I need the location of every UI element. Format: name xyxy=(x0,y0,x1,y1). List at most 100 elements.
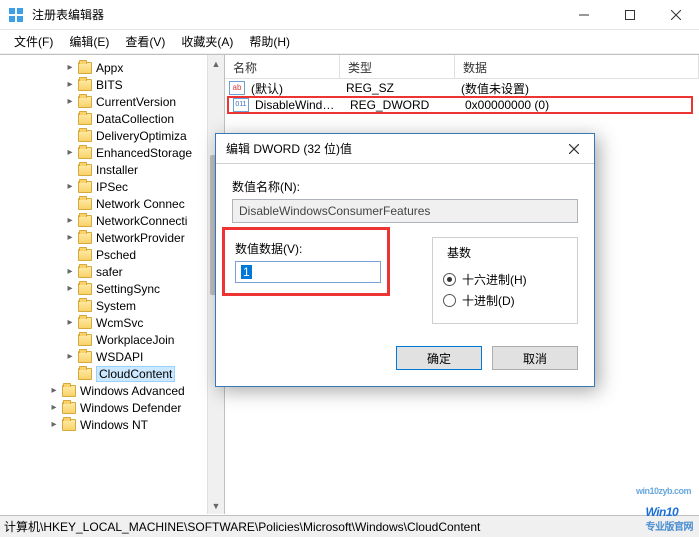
radix-dec-label: 十进制(D) xyxy=(462,292,515,309)
tree-item[interactable]: Installer xyxy=(0,161,224,178)
tree-label: EnhancedStorage xyxy=(96,146,192,160)
watermark-brand: Win10 xyxy=(646,505,679,519)
tree-item[interactable]: ▸ BITS xyxy=(0,76,224,93)
scroll-up-icon[interactable]: ▲ xyxy=(208,55,224,72)
tree-pane: ▸Appx▸BITS▸CurrentVersionDataCollectionD… xyxy=(0,55,225,514)
dialog-close-button[interactable] xyxy=(554,134,594,164)
tree-label: Windows NT xyxy=(80,418,148,432)
tree-label: Windows Defender xyxy=(80,401,181,415)
menu-help[interactable]: 帮助(H) xyxy=(241,31,298,52)
expand-icon[interactable]: ▸ xyxy=(48,385,60,396)
maximize-button[interactable] xyxy=(607,0,653,29)
ok-button[interactable]: 确定 xyxy=(396,346,482,370)
folder-icon xyxy=(78,317,92,329)
tree-item[interactable]: ▸Windows Advanced xyxy=(0,382,224,399)
menu-view[interactable]: 查看(V) xyxy=(117,31,173,52)
list-row[interactable]: 011DisableWindo...REG_DWORD0x00000000 (0… xyxy=(227,96,693,114)
expand-icon[interactable]: ▸ xyxy=(64,317,76,328)
title-bar: 注册表编辑器 xyxy=(0,0,699,30)
menu-edit[interactable]: 编辑(E) xyxy=(61,31,117,52)
registry-tree[interactable]: ▸Appx▸BITS▸CurrentVersionDataCollectionD… xyxy=(0,55,224,437)
tree-item[interactable]: ▸NetworkProvider xyxy=(0,229,224,246)
tree-item[interactable]: CloudContent xyxy=(0,365,224,382)
app-icon xyxy=(8,7,24,23)
cell-type: REG_SZ xyxy=(340,81,455,95)
radix-dec-option[interactable]: 十进制(D) xyxy=(443,292,567,309)
window-controls xyxy=(561,0,699,29)
radio-icon xyxy=(443,273,456,286)
tree-item[interactable]: Network Connec xyxy=(0,195,224,212)
folder-icon xyxy=(78,113,92,125)
value-data-input[interactable]: 1 xyxy=(235,261,381,283)
tree-label: WorkplaceJoin xyxy=(96,333,174,347)
expand-icon[interactable]: ▸ xyxy=(64,96,76,107)
menu-favorites[interactable]: 收藏夹(A) xyxy=(173,31,241,52)
scroll-down-icon[interactable]: ▼ xyxy=(208,497,224,514)
expand-icon[interactable]: ▸ xyxy=(64,215,76,226)
tree-item[interactable]: DeliveryOptimiza xyxy=(0,127,224,144)
value-data-text: 1 xyxy=(241,265,252,279)
tree-item[interactable]: System xyxy=(0,297,224,314)
tree-label: WcmSvc xyxy=(96,316,143,330)
list-row[interactable]: ab(默认)REG_SZ(数值未设置) xyxy=(225,79,699,97)
folder-icon xyxy=(62,402,76,414)
dword-value-icon: 011 xyxy=(233,98,249,112)
close-button[interactable] xyxy=(653,0,699,29)
expand-icon[interactable]: ▸ xyxy=(48,402,60,413)
tree-item[interactable]: ▸ WSDAPI xyxy=(0,348,224,365)
tree-item[interactable]: DataCollection xyxy=(0,110,224,127)
expand-icon[interactable]: ▸ xyxy=(64,62,76,73)
tree-item[interactable]: WorkplaceJoin xyxy=(0,331,224,348)
expand-icon[interactable]: ▸ xyxy=(64,266,76,277)
radix-hex-label: 十六进制(H) xyxy=(462,271,527,288)
expand-icon[interactable]: ▸ xyxy=(64,79,76,90)
expand-icon[interactable]: ▸ xyxy=(64,181,76,192)
cell-data: 0x00000000 (0) xyxy=(459,98,691,112)
minimize-icon xyxy=(579,10,589,20)
cell-data: (数值未设置) xyxy=(455,80,699,97)
tree-item[interactable]: Psched xyxy=(0,246,224,263)
folder-icon xyxy=(78,334,92,346)
value-data-highlight: 数值数据(V): 1 xyxy=(222,227,390,296)
tree-label: NetworkConnecti xyxy=(96,214,187,228)
expand-icon[interactable]: ▸ xyxy=(64,351,76,362)
tree-item[interactable]: ▸ Windows NT xyxy=(0,416,224,433)
value-name-field: DisableWindowsConsumerFeatures xyxy=(232,199,578,223)
radix-fieldset: 基数 十六进制(H) 十进制(D) xyxy=(432,237,578,324)
tree-item[interactable]: ▸ WcmSvc xyxy=(0,314,224,331)
value-name-label: 数值名称(N): xyxy=(232,178,578,195)
tree-label: System xyxy=(96,299,136,313)
folder-icon xyxy=(78,300,92,312)
tree-item[interactable]: ▸CurrentVersion xyxy=(0,93,224,110)
tree-label: IPSec xyxy=(96,180,128,194)
menu-file[interactable]: 文件(F) xyxy=(6,31,61,52)
expand-icon[interactable]: ▸ xyxy=(64,147,76,158)
minimize-button[interactable] xyxy=(561,0,607,29)
folder-icon xyxy=(78,368,92,380)
tree-item[interactable]: ▸ Windows Defender xyxy=(0,399,224,416)
tree-item[interactable]: ▸safer xyxy=(0,263,224,280)
tree-item[interactable]: ▸ EnhancedStorage xyxy=(0,144,224,161)
list-header: 名称 类型 数据 xyxy=(225,55,699,79)
tree-item[interactable]: ▸Appx xyxy=(0,59,224,76)
tree-item[interactable]: ▸ IPSec xyxy=(0,178,224,195)
expand-icon[interactable]: ▸ xyxy=(64,232,76,243)
col-type[interactable]: 类型 xyxy=(340,55,455,78)
tree-label: DataCollection xyxy=(96,112,174,126)
folder-icon xyxy=(78,351,92,363)
tree-item[interactable]: ▸ NetworkConnecti xyxy=(0,212,224,229)
expand-icon[interactable]: ▸ xyxy=(64,283,76,294)
tree-label: WSDAPI xyxy=(96,350,143,364)
folder-icon xyxy=(78,249,92,261)
expand-icon[interactable]: ▸ xyxy=(48,419,60,430)
radix-hex-option[interactable]: 十六进制(H) xyxy=(443,271,567,288)
radix-legend: 基数 xyxy=(443,244,475,261)
dialog-body: 数值名称(N): DisableWindowsConsumerFeatures … xyxy=(216,164,594,386)
cancel-button[interactable]: 取消 xyxy=(492,346,578,370)
tree-label: BITS xyxy=(96,78,123,92)
list-rows: ab(默认)REG_SZ(数值未设置)011DisableWindo...REG… xyxy=(225,79,699,114)
col-data[interactable]: 数据 xyxy=(455,55,699,78)
tree-label: SettingSync xyxy=(96,282,160,296)
col-name[interactable]: 名称 xyxy=(225,55,340,78)
tree-item[interactable]: ▸ SettingSync xyxy=(0,280,224,297)
